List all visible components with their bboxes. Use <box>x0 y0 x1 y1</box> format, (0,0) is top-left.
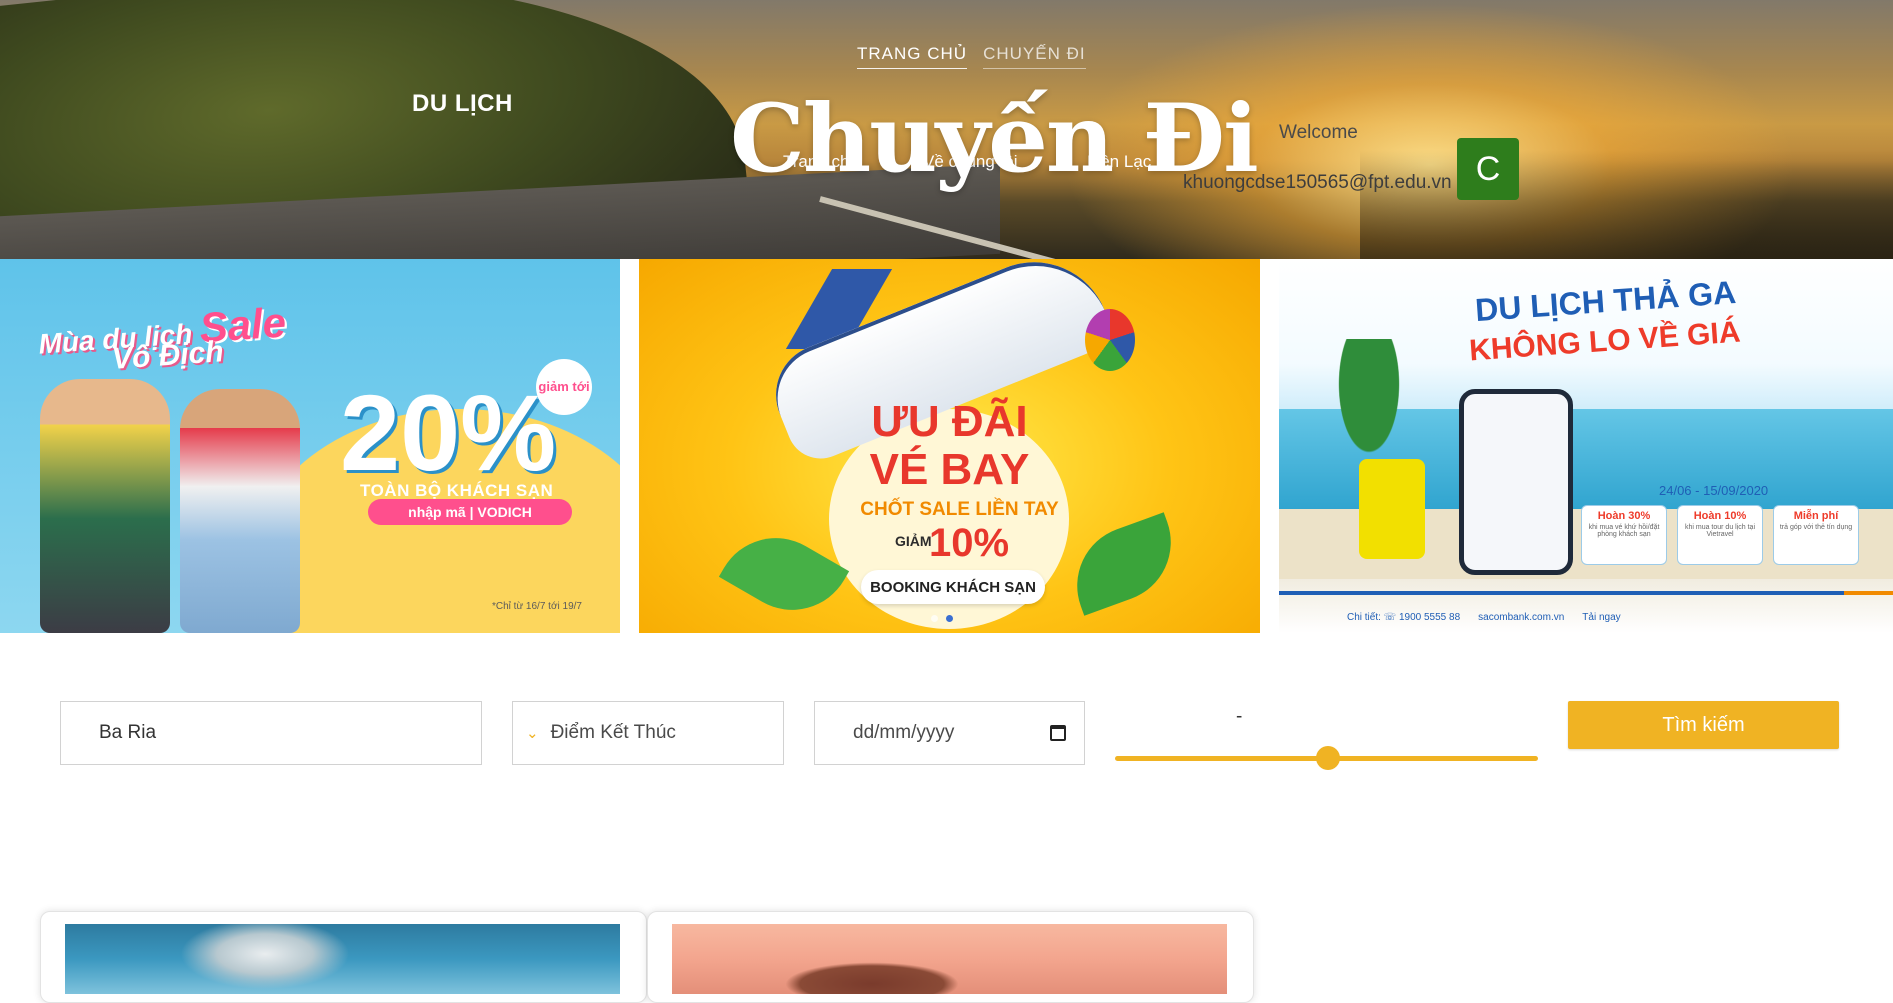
offer-title: Hoàn 10% <box>1693 510 1747 522</box>
banner-hotel-sale[interactable]: Mùa du lịch Sale Vô Địch 20% giảm tới TO… <box>0 259 620 633</box>
price-range-label: - <box>1236 706 1243 727</box>
banner-note: *Chỉ từ 16/7 tới 19/7 <box>492 601 582 612</box>
offer-box: Hoàn 30% khi mua vé khứ hồi/đặt phòng kh… <box>1581 505 1667 565</box>
offer-box: Hoàn 10% khi mua tour du lịch tại Vietra… <box>1677 505 1763 565</box>
banner-promo-code: nhập mã | VODICH <box>368 499 572 525</box>
avatar[interactable]: C <box>1457 138 1519 200</box>
banner-divider <box>1279 591 1893 595</box>
banner-sacombank-travel[interactable]: DU LỊCH THẢ GA KHÔNG LO VỀ GIÁ 24/06 - 1… <box>1279 259 1893 633</box>
banner-footer-site: sacombank.com.vn <box>1478 612 1565 623</box>
banner-offer-boxes: Hoàn 30% khi mua vé khứ hồi/đặt phòng kh… <box>1581 505 1859 565</box>
carousel-dot-active[interactable] <box>946 615 953 622</box>
banner-flight-deal[interactable]: ƯU ĐÃI VÉ BAY CHỐT SALE LIỀN TAY GIẢM 10… <box>639 259 1260 633</box>
carousel-dots <box>931 615 953 622</box>
carousel-dot[interactable] <box>931 615 938 622</box>
date-input[interactable]: dd/mm/yyyy <box>814 701 1085 765</box>
banner-date-range: 24/06 - 15/09/2020 <box>1659 483 1769 498</box>
person-figure <box>180 389 300 633</box>
banner-discount-percent: 10% <box>929 521 1010 565</box>
search-button[interactable]: Tìm kiếm <box>1568 701 1839 749</box>
banner-discount-badge: giảm tới <box>536 359 592 415</box>
offer-title: Miễn phí <box>1793 510 1839 522</box>
banner-tagline: CHỐT SALE LIỀN TAY <box>860 499 1059 520</box>
phone-image <box>1459 389 1573 575</box>
leaf-shape <box>1060 512 1188 616</box>
start-location-input[interactable]: Ba Ria <box>60 701 482 765</box>
price-range-thumb[interactable] <box>1316 746 1340 770</box>
trip-card-sunset-rock-image <box>672 924 1227 994</box>
person-figure <box>40 379 170 633</box>
brand-logo[interactable]: DU LỊCH <box>412 90 513 118</box>
end-location-placeholder: Điểm Kết Thúc <box>550 722 676 743</box>
offer-text: khi mua tour du lịch tại Vietravel <box>1684 524 1756 538</box>
end-location-select[interactable]: ⌄ Điểm Kết Thúc <box>512 701 784 765</box>
banner-footer: Chi tiết: ☏ 1900 5555 88 sacombank.com.v… <box>1347 612 1621 623</box>
hero-shadow-shape <box>1360 150 1893 259</box>
top-nav: TRANG CHỦ CHUYẾN ĐI <box>857 44 1086 69</box>
offer-text: trả góp với thẻ tín dụng <box>1779 524 1853 531</box>
chevron-down-icon: ⌄ <box>526 725 539 742</box>
banner-headline-1: ƯU ĐÃI <box>871 397 1028 446</box>
date-placeholder: dd/mm/yyyy <box>853 722 955 743</box>
banner-discount-percent: 20% <box>340 372 557 493</box>
nav-link-trips[interactable]: CHUYẾN ĐI <box>983 44 1086 69</box>
banner-booking-pill: BOOKING KHÁCH SẠN <box>861 570 1045 604</box>
suitcase-icon <box>1359 459 1425 559</box>
hot-air-balloon-icon <box>1085 309 1135 371</box>
calendar-icon[interactable] <box>1050 725 1066 741</box>
trip-card[interactable] <box>40 911 647 1003</box>
hero-header: DU LỊCH TRANG CHỦ CHUYẾN ĐI Trang chủ Về… <box>0 0 1893 259</box>
banner-discount-label: GIẢM <box>895 533 932 549</box>
trip-card[interactable] <box>647 911 1254 1003</box>
banner-footer-app: Tải ngay <box>1582 612 1621 623</box>
offer-title: Hoàn 30% <box>1597 510 1651 522</box>
welcome-text: Welcome <box>1279 122 1358 143</box>
offer-text: khi mua vé khứ hồi/đặt phòng khách sạn <box>1588 524 1660 538</box>
banner-subtitle: TOÀN BỘ KHÁCH SẠN <box>360 481 554 500</box>
page-title: Chuyến Đi <box>730 84 1259 194</box>
nav-link-home[interactable]: TRANG CHỦ <box>857 44 968 69</box>
trip-card-ocean-image <box>65 924 620 994</box>
banner-headline-2: VÉ BAY <box>869 445 1030 494</box>
banner-title-sub: Vô Địch <box>110 335 225 376</box>
user-email: khuongcdse150565@fpt.edu.vn <box>1183 172 1452 193</box>
start-location-value: Ba Ria <box>99 722 157 743</box>
banner-footer-detail: Chi tiết: ☏ 1900 5555 88 <box>1347 612 1461 623</box>
offer-box: Miễn phí trả góp với thẻ tín dụng <box>1773 505 1859 565</box>
